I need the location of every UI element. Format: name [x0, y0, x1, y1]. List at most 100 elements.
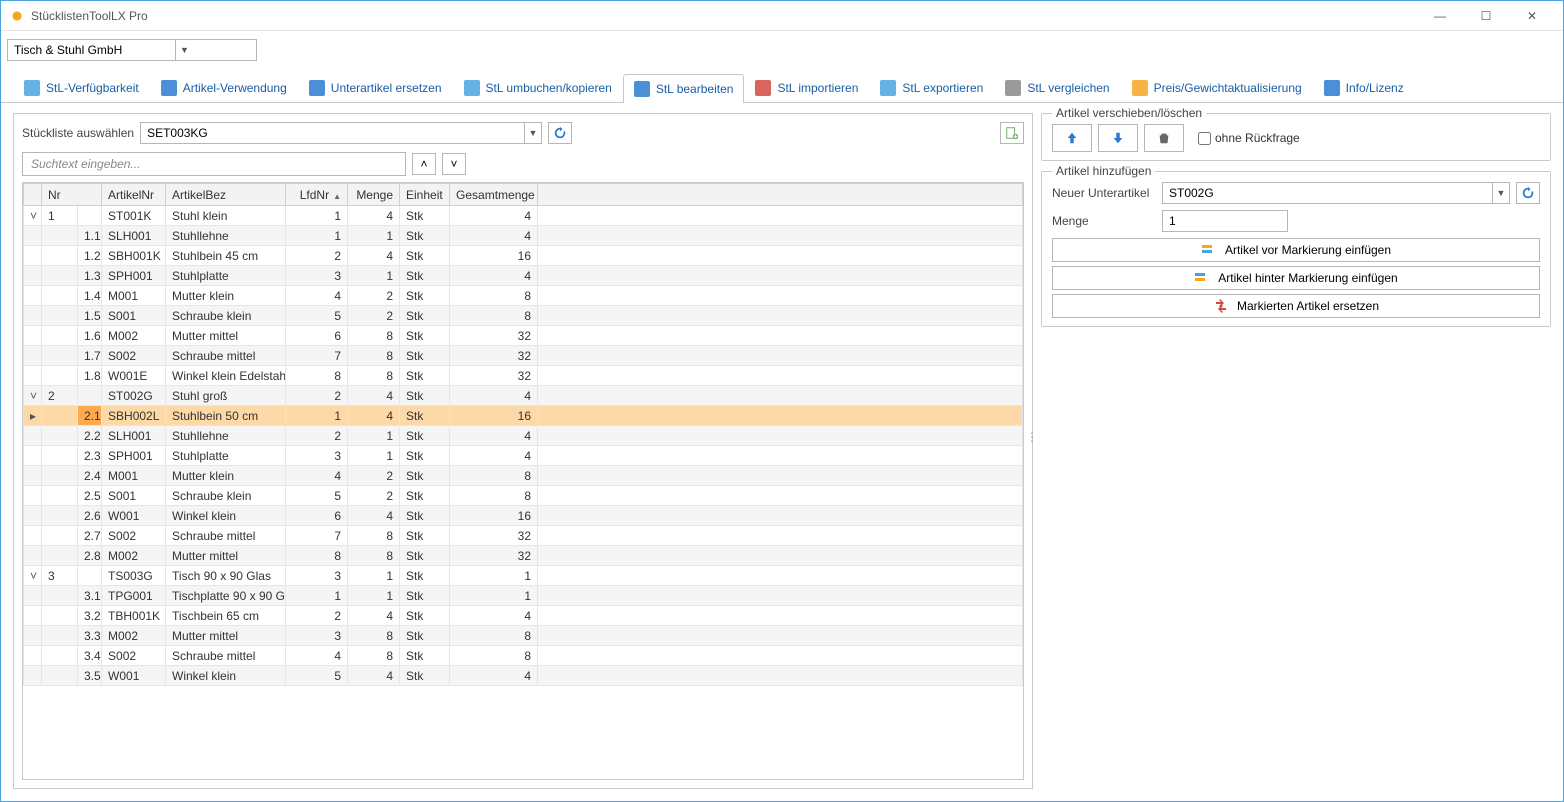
replace-button[interactable]: Markierten Artikel ersetzen — [1052, 294, 1540, 318]
chevron-down-icon[interactable]: ▼ — [1492, 183, 1509, 203]
insert-after-button[interactable]: Artikel hinter Markierung einfügen — [1052, 266, 1540, 290]
table-row[interactable]: 2.6W001Winkel klein64Stk16 — [24, 506, 1023, 526]
expand-toggle[interactable] — [24, 586, 42, 606]
tab-1[interactable]: Artikel-Verwendung — [150, 73, 298, 102]
expand-toggle[interactable] — [24, 486, 42, 506]
table-row[interactable]: 1.3SPH001Stuhlplatte31Stk4 — [24, 266, 1023, 286]
table-row[interactable]: 1.5S001Schraube klein52Stk8 — [24, 306, 1023, 326]
window-title: StücklistenToolLX Pro — [31, 9, 1417, 23]
search-prev-button[interactable]: ˄ — [412, 153, 436, 175]
company-select-value[interactable] — [8, 40, 175, 60]
insert-before-button[interactable]: Artikel vor Markierung einfügen — [1052, 238, 1540, 262]
table-row[interactable]: 1.4M001Mutter klein42Stk8 — [24, 286, 1023, 306]
expand-toggle[interactable] — [24, 626, 42, 646]
table-row[interactable]: 2.8M002Mutter mittel88Stk32 — [24, 546, 1023, 566]
col-gesamtmenge[interactable]: Gesamtmenge — [450, 184, 538, 206]
col-artikelnr[interactable]: ArtikelNr — [102, 184, 166, 206]
expand-toggle[interactable] — [24, 246, 42, 266]
no-prompt-input[interactable] — [1198, 132, 1211, 145]
refresh-bom-button[interactable] — [548, 122, 572, 144]
cell-menge: 8 — [348, 626, 400, 646]
expand-toggle[interactable]: ˅ — [24, 206, 42, 226]
col-artikelbez[interactable]: ArtikelBez — [166, 184, 286, 206]
company-select[interactable]: ▼ — [7, 39, 257, 61]
search-input[interactable] — [22, 152, 406, 176]
expand-toggle[interactable] — [24, 506, 42, 526]
col-menge[interactable]: Menge — [348, 184, 400, 206]
no-prompt-checkbox[interactable]: ohne Rückfrage — [1198, 131, 1300, 145]
move-up-button[interactable] — [1052, 124, 1092, 152]
expand-toggle[interactable] — [24, 366, 42, 386]
bom-select-value[interactable] — [141, 123, 524, 143]
tab-8[interactable]: Preis/Gewichtaktualisierung — [1121, 73, 1313, 102]
expand-toggle[interactable] — [24, 606, 42, 626]
expand-toggle[interactable] — [24, 446, 42, 466]
expand-toggle[interactable] — [24, 266, 42, 286]
table-row[interactable]: 1.8W001EWinkel klein Edelstahl88Stk32 — [24, 366, 1023, 386]
expand-toggle[interactable] — [24, 646, 42, 666]
expand-toggle[interactable] — [24, 546, 42, 566]
table-row[interactable]: ▸2.1SBH002LStuhlbein 50 cm14Stk16 — [24, 406, 1023, 426]
cell-artikelnr: SBH001K — [102, 246, 166, 266]
chevron-down-icon[interactable]: ▼ — [524, 123, 541, 143]
table-row[interactable]: 3.3M002Mutter mittel38Stk8 — [24, 626, 1023, 646]
tab-4[interactable]: StL bearbeiten — [623, 74, 745, 103]
expand-toggle[interactable] — [24, 526, 42, 546]
table-row[interactable]: 2.5S001Schraube klein52Stk8 — [24, 486, 1023, 506]
table-row[interactable]: 1.7S002Schraube mittel78Stk32 — [24, 346, 1023, 366]
table-row[interactable]: 3.4S002Schraube mittel48Stk8 — [24, 646, 1023, 666]
expand-toggle[interactable] — [24, 346, 42, 366]
expand-toggle[interactable] — [24, 326, 42, 346]
maximize-button[interactable]: ☐ — [1463, 1, 1509, 31]
bom-select[interactable]: ▼ — [140, 122, 542, 144]
tab-0[interactable]: StL-Verfügbarkeit — [13, 73, 150, 102]
expand-toggle[interactable]: ˅ — [24, 566, 42, 586]
new-sub-value[interactable] — [1163, 183, 1492, 203]
table-row[interactable]: ˅3TS003GTisch 90 x 90 Glas31Stk1 — [24, 566, 1023, 586]
new-sub-select[interactable]: ▼ — [1162, 182, 1510, 204]
qty-input[interactable] — [1162, 210, 1288, 232]
titlebar: StücklistenToolLX Pro — ☐ ✕ — [1, 1, 1563, 31]
tab-9[interactable]: Info/Lizenz — [1313, 73, 1415, 102]
table-row[interactable]: 2.3SPH001Stuhlplatte31Stk4 — [24, 446, 1023, 466]
close-button[interactable]: ✕ — [1509, 1, 1555, 31]
table-row[interactable]: 2.4M001Mutter klein42Stk8 — [24, 466, 1023, 486]
delete-button[interactable] — [1144, 124, 1184, 152]
table-row[interactable]: 1.2SBH001KStuhlbein 45 cm24Stk16 — [24, 246, 1023, 266]
table-row[interactable]: 3.1TPG001Tischplatte 90 x 90 Glas11Stk1 — [24, 586, 1023, 606]
tab-5[interactable]: StL importieren — [744, 73, 869, 102]
tab-2[interactable]: Unterartikel ersetzen — [298, 73, 453, 102]
table-row[interactable]: 3.2TBH001KTischbein 65 cm24Stk4 — [24, 606, 1023, 626]
tab-3[interactable]: StL umbuchen/kopieren — [453, 73, 623, 102]
refresh-new-sub-button[interactable] — [1516, 182, 1540, 204]
splitter-handle-icon[interactable]: ⋮ — [1026, 430, 1040, 444]
table-row[interactable]: ˅2ST002GStuhl groß24Stk4 — [24, 386, 1023, 406]
table-row[interactable]: 3.5W001Winkel klein54Stk4 — [24, 666, 1023, 686]
expand-toggle[interactable] — [24, 226, 42, 246]
expand-toggle[interactable] — [24, 286, 42, 306]
chevron-down-icon[interactable]: ▼ — [175, 40, 193, 60]
expand-toggle[interactable] — [24, 466, 42, 486]
cell-einheit: Stk — [400, 626, 450, 646]
expand-toggle[interactable] — [24, 306, 42, 326]
table-row[interactable]: 2.2SLH001Stuhllehne21Stk4 — [24, 426, 1023, 446]
minimize-button[interactable]: — — [1417, 1, 1463, 31]
tab-6[interactable]: StL exportieren — [869, 73, 994, 102]
tab-7[interactable]: StL vergleichen — [994, 73, 1120, 102]
table-row[interactable]: 2.7S002Schraube mittel78Stk32 — [24, 526, 1023, 546]
table-row[interactable]: ˅1ST001KStuhl klein14Stk4 — [24, 206, 1023, 226]
col-einheit[interactable]: Einheit — [400, 184, 450, 206]
expand-toggle[interactable] — [24, 666, 42, 686]
export-grid-button[interactable] — [1000, 122, 1024, 144]
expand-toggle[interactable] — [24, 426, 42, 446]
table-header[interactable]: Nr ArtikelNr ArtikelBez LfdNr Menge Einh… — [24, 184, 1023, 206]
col-lfdnr[interactable]: LfdNr — [286, 184, 348, 206]
search-next-button[interactable]: ˅ — [442, 153, 466, 175]
table-row[interactable]: 1.1SLH001Stuhllehne11Stk4 — [24, 226, 1023, 246]
expand-toggle[interactable]: ˅ — [24, 386, 42, 406]
bom-table[interactable]: Nr ArtikelNr ArtikelBez LfdNr Menge Einh… — [23, 183, 1023, 686]
expand-toggle[interactable]: ▸ — [24, 406, 42, 426]
col-nr[interactable]: Nr — [42, 184, 102, 206]
table-row[interactable]: 1.6M002Mutter mittel68Stk32 — [24, 326, 1023, 346]
move-down-button[interactable] — [1098, 124, 1138, 152]
